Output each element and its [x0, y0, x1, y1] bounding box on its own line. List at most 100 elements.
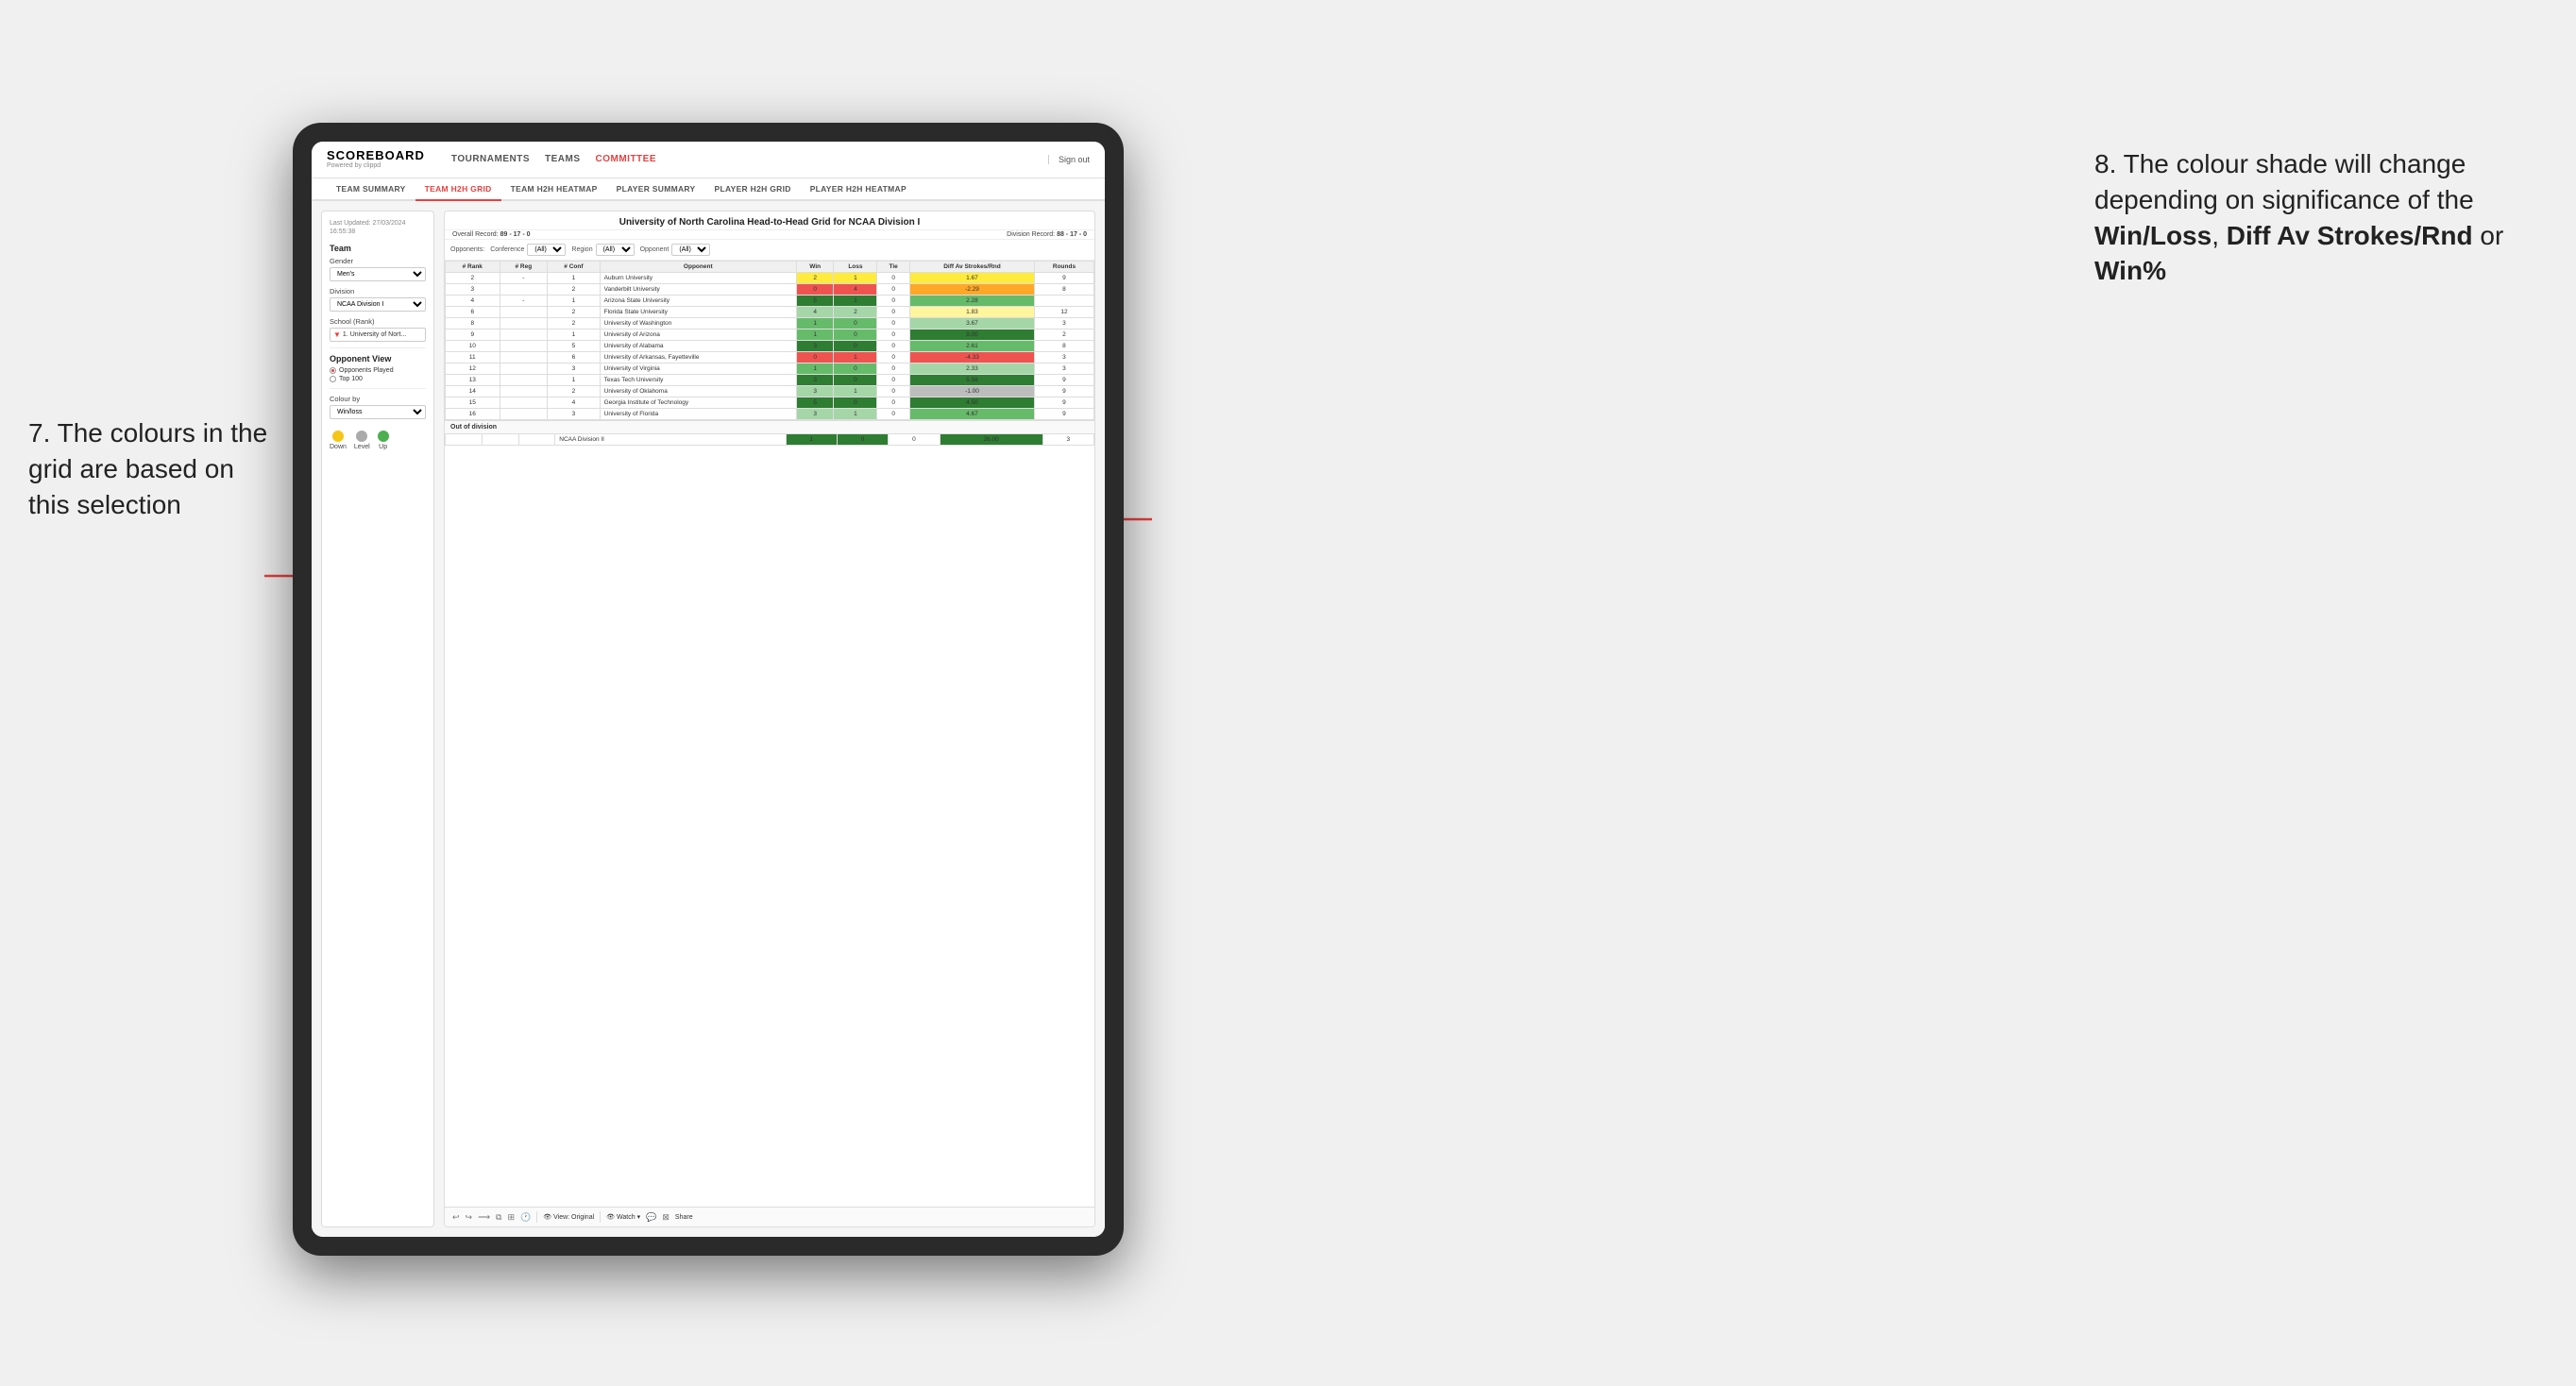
- col-reg: # Reg: [500, 261, 548, 272]
- cell-win: 5: [796, 295, 834, 306]
- nav-tournaments[interactable]: TOURNAMENTS: [451, 154, 530, 164]
- cell-rounds: 12: [1034, 306, 1093, 317]
- cell-rounds: 3: [1034, 317, 1093, 329]
- cell-diff: 3.67: [910, 317, 1035, 329]
- cell-conf: 2: [548, 306, 600, 317]
- sidebar-colour-by-select[interactable]: Win/loss: [330, 405, 426, 419]
- toolbar-clock-icon[interactable]: 🕐: [520, 1212, 531, 1223]
- toolbar-layout-icon[interactable]: ⊞: [507, 1212, 515, 1223]
- cell-win: 1: [796, 329, 834, 340]
- cell-conf: 2: [548, 385, 600, 397]
- table-row: 6 2 Florida State University 4 2 0 1.83 …: [446, 306, 1094, 317]
- cell-tie: 0: [877, 272, 910, 283]
- cell-reg: [500, 385, 548, 397]
- nav-committee[interactable]: COMMITTEE: [596, 154, 657, 164]
- cell-rounds: 9: [1034, 272, 1093, 283]
- tablet-screen: SCOREBOARD Powered by clippd TOURNAMENTS…: [312, 142, 1105, 1237]
- annotation-right-bold2: Diff Av Strokes/Rnd: [2227, 221, 2473, 250]
- division-record-value: 88 - 17 - 0: [1057, 231, 1087, 238]
- toolbar-view-btn[interactable]: 👁 View: Original: [543, 1213, 594, 1221]
- cell-conf: 1: [548, 272, 600, 283]
- cell-opponent: Texas Tech University: [600, 374, 796, 385]
- sign-out-button[interactable]: Sign out: [1048, 155, 1090, 164]
- cell-rounds: 8: [1034, 283, 1093, 295]
- tab-team-h2h-heatmap[interactable]: TEAM H2H HEATMAP: [501, 178, 607, 201]
- cell-diff: 9.00: [910, 329, 1035, 340]
- cell-loss: 1: [834, 295, 877, 306]
- col-rounds: Rounds: [1034, 261, 1093, 272]
- filter-region-select[interactable]: (All): [596, 244, 635, 256]
- cell-win: 1: [796, 363, 834, 374]
- tab-player-h2h-grid[interactable]: PLAYER H2H GRID: [705, 178, 801, 201]
- filter-opponent-label: Opponent: [640, 246, 669, 253]
- toolbar-watch-btn[interactable]: 👁 Watch ▾: [606, 1213, 640, 1221]
- cell-tie: 0: [877, 351, 910, 363]
- od-reg: [482, 433, 518, 445]
- cell-rank: 15: [446, 397, 500, 408]
- toolbar-share-btn[interactable]: Share: [675, 1214, 693, 1221]
- tab-player-summary[interactable]: PLAYER SUMMARY: [607, 178, 705, 201]
- cell-conf: 2: [548, 283, 600, 295]
- sidebar-division-select[interactable]: NCAA Division I: [330, 297, 426, 312]
- cell-opponent: University of Arkansas, Fayetteville: [600, 351, 796, 363]
- cell-conf: 6: [548, 351, 600, 363]
- cell-conf: 1: [548, 295, 600, 306]
- sidebar-colour-by-label: Colour by: [330, 395, 426, 403]
- cell-opponent: Auburn University: [600, 272, 796, 283]
- sidebar-gender-label: Gender: [330, 257, 426, 265]
- cell-diff: -2.29: [910, 283, 1035, 295]
- sidebar-gender-select[interactable]: Men's: [330, 267, 426, 281]
- cell-rank: 11: [446, 351, 500, 363]
- cell-loss: 1: [834, 385, 877, 397]
- sidebar: Last Updated: 27/03/2024 16:55:38 Team G…: [321, 211, 434, 1227]
- sidebar-school-input[interactable]: ▼ 1. University of Nort...: [330, 328, 426, 342]
- toolbar-forward-icon[interactable]: ⟶: [478, 1212, 490, 1223]
- cell-reg: [500, 374, 548, 385]
- cell-tie: 0: [877, 363, 910, 374]
- cell-reg: [500, 329, 548, 340]
- cell-loss: 0: [834, 397, 877, 408]
- table-row: 10 5 University of Alabama 3 0 0 2.61 8: [446, 340, 1094, 351]
- toolbar-redo-icon[interactable]: ↪: [466, 1212, 473, 1223]
- tab-team-h2h-grid[interactable]: TEAM H2H GRID: [415, 178, 501, 201]
- od-win: 1: [786, 433, 837, 445]
- col-tie: Tie: [877, 261, 910, 272]
- nav-teams[interactable]: TEAMS: [545, 154, 581, 164]
- cell-win: 3: [796, 340, 834, 351]
- cell-rank: 3: [446, 283, 500, 295]
- cell-tie: 0: [877, 295, 910, 306]
- cell-rank: 14: [446, 385, 500, 397]
- cell-rounds: 9: [1034, 374, 1093, 385]
- cell-tie: 0: [877, 385, 910, 397]
- sidebar-radio-opponents-played[interactable]: Opponents Played: [330, 367, 426, 374]
- toolbar-undo-icon[interactable]: ↩: [452, 1212, 460, 1223]
- cell-rounds: 8: [1034, 340, 1093, 351]
- toolbar-copy-icon[interactable]: ⧉: [496, 1212, 501, 1223]
- cell-loss: 0: [834, 374, 877, 385]
- filter-conference-select[interactable]: (All): [527, 244, 566, 256]
- sidebar-legend: Down Level Up: [330, 431, 426, 450]
- toolbar-comment-icon[interactable]: 💬: [646, 1212, 656, 1223]
- table-row: 8 2 University of Washington 1 0 0 3.67 …: [446, 317, 1094, 329]
- filter-opponent-select[interactable]: (All): [671, 244, 710, 256]
- cell-win: 4: [796, 306, 834, 317]
- cell-win: 1: [796, 317, 834, 329]
- sidebar-radio-top100[interactable]: Top 100: [330, 376, 426, 382]
- logo-main: SCOREBOARD: [327, 149, 425, 162]
- col-win: Win: [796, 261, 834, 272]
- cell-conf: 1: [548, 374, 600, 385]
- col-opponent: Opponent: [600, 261, 796, 272]
- cell-opponent: University of Washington: [600, 317, 796, 329]
- tab-team-summary[interactable]: TEAM SUMMARY: [327, 178, 415, 201]
- cell-tie: 0: [877, 283, 910, 295]
- tab-player-h2h-heatmap[interactable]: PLAYER H2H HEATMAP: [801, 178, 916, 201]
- filter-conference-group: Conference (All): [490, 244, 566, 256]
- cell-diff: 1.83: [910, 306, 1035, 317]
- cell-conf: 1: [548, 329, 600, 340]
- od-rank: [446, 433, 483, 445]
- toolbar-share2-icon[interactable]: ⊠: [662, 1212, 669, 1223]
- division-record-label: Division Record:: [1007, 231, 1055, 238]
- cell-rank: 8: [446, 317, 500, 329]
- cell-opponent: University of Florida: [600, 408, 796, 419]
- cell-reg: [500, 283, 548, 295]
